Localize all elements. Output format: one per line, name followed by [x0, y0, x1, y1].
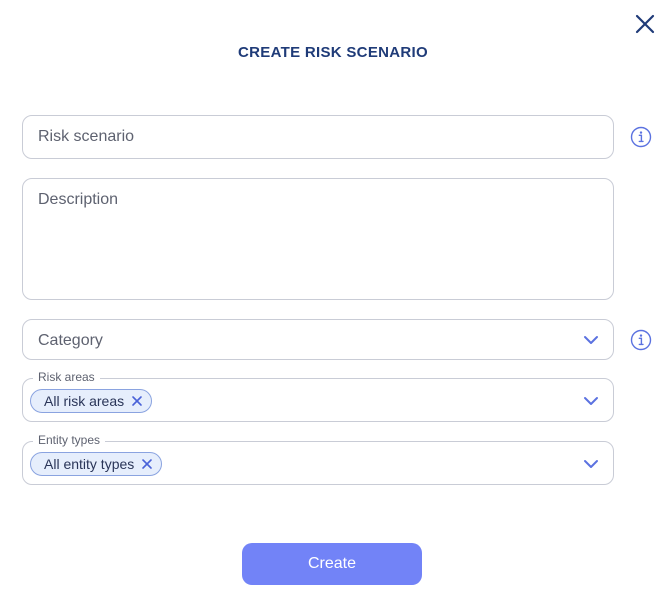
entity-types-label: Entity types — [33, 433, 106, 447]
chip-label: All risk areas — [44, 393, 125, 409]
create-risk-scenario-dialog: CREATE RISK SCENARIO Risk scenario Descr… — [0, 0, 670, 608]
risk-area-chip: All risk areas — [30, 389, 153, 413]
close-icon — [635, 14, 655, 34]
close-button[interactable] — [634, 13, 656, 35]
chevron-down-icon[interactable] — [583, 335, 599, 345]
chevron-down-icon[interactable] — [583, 459, 599, 469]
chip-remove-icon[interactable] — [141, 458, 153, 470]
entity-types-select[interactable]: Entity types All entity types — [22, 433, 614, 485]
entity-type-chip: All entity types — [30, 452, 163, 476]
description-placeholder: Description — [38, 191, 119, 208]
category-info-icon[interactable] — [630, 329, 652, 351]
category-select[interactable]: Category — [22, 319, 614, 360]
risk-areas-label: Risk areas — [33, 370, 100, 384]
risk-scenario-field[interactable]: Risk scenario — [22, 115, 614, 159]
create-button[interactable]: Create — [242, 543, 422, 585]
dialog-title: CREATE RISK SCENARIO — [238, 44, 428, 61]
risk-areas-select[interactable]: Risk areas All risk areas — [22, 370, 614, 422]
category-placeholder: Category — [38, 332, 103, 349]
risk-scenario-placeholder: Risk scenario — [38, 128, 135, 145]
risk-scenario-info-icon[interactable] — [630, 126, 652, 148]
chip-label: All entity types — [44, 456, 135, 472]
description-field[interactable]: Description — [22, 178, 614, 300]
chevron-down-icon[interactable] — [583, 396, 599, 406]
chip-remove-icon[interactable] — [131, 395, 143, 407]
